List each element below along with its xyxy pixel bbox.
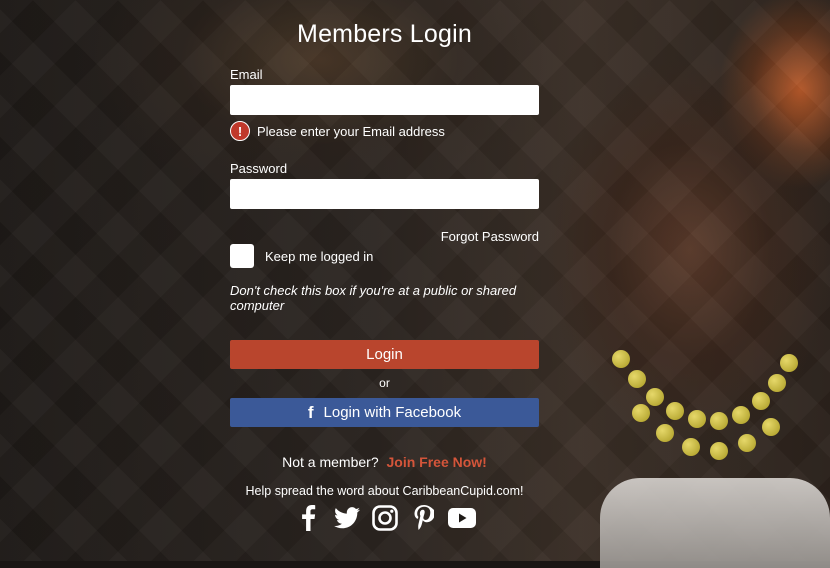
email-label: Email [230, 67, 263, 82]
or-separator: or [379, 376, 390, 390]
email-field[interactable] [230, 85, 539, 115]
instagram-icon[interactable] [371, 504, 399, 532]
facebook-icon[interactable] [294, 504, 322, 532]
facebook-icon: f [307, 402, 314, 422]
pinterest-icon[interactable] [410, 504, 438, 532]
facebook-login-button[interactable]: f Login with Facebook [230, 398, 539, 427]
password-field[interactable] [230, 179, 539, 209]
keep-logged-in-checkbox[interactable] [230, 244, 254, 268]
youtube-icon[interactable] [448, 504, 476, 532]
member-prompt: Not a member? Join Free Now! [230, 454, 539, 470]
email-error-text: Please enter your Email address [257, 123, 445, 139]
join-free-link[interactable]: Join Free Now! [387, 454, 487, 470]
login-button[interactable]: Login [230, 340, 539, 369]
necklace-decoration [612, 340, 802, 480]
forgot-password-link[interactable]: Forgot Password [441, 229, 539, 244]
social-icons [294, 504, 476, 532]
page-title: Members Login [297, 20, 472, 48]
shirt-decoration [600, 478, 830, 568]
public-computer-note: Don't check this box if you're at a publ… [230, 283, 517, 313]
twitter-icon[interactable] [333, 504, 361, 532]
keep-logged-in-row: Keep me logged in [230, 244, 373, 268]
exclamation-icon: ! [230, 121, 250, 141]
keep-logged-in-label[interactable]: Keep me logged in [265, 249, 373, 264]
email-error: ! Please enter your Email address [230, 121, 445, 141]
spread-word-text: Help spread the word about CaribbeanCupi… [245, 484, 524, 498]
password-label: Password [230, 161, 288, 176]
facebook-login-label: Login with Facebook [323, 404, 462, 421]
not-member-text: Not a member? [282, 454, 379, 470]
